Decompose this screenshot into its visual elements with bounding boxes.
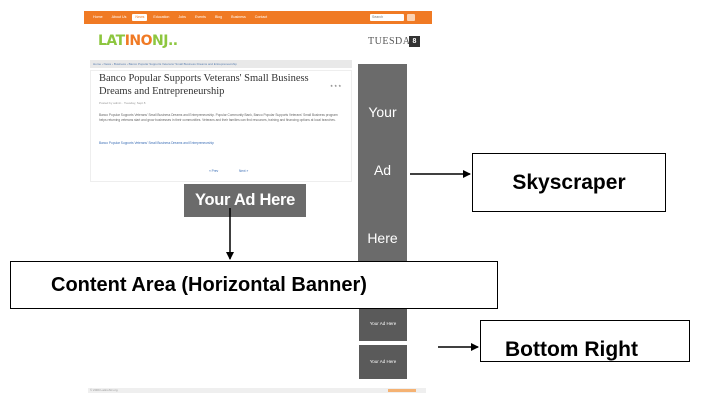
logo-part-3: NJ.. (152, 33, 178, 49)
nav-item-education[interactable]: Education (150, 14, 172, 21)
logo-part-2: INO (124, 33, 153, 49)
content-area-callout: Content Area (Horizontal Banner) (10, 261, 498, 309)
nav-item-contact[interactable]: Contact (252, 14, 270, 21)
bottom-right-callout: Bottom Right (480, 320, 690, 362)
day-number: 8 (409, 36, 420, 47)
bottom-right-ad[interactable]: Your Ad Here (359, 345, 407, 379)
article-meta: Posted by admin · Tuesday, Sept 8 (99, 101, 146, 105)
nav-links: Home About Us News Education Jobs Events Blog B… (90, 11, 270, 24)
logo-part-1: LAT (98, 33, 125, 49)
nav-item-home[interactable]: Home (90, 14, 106, 21)
nav-item-jobs[interactable]: Jobs (175, 14, 189, 21)
skyscraper-word: Here (367, 230, 398, 246)
skyscraper-callout: Skyscraper (472, 153, 666, 212)
top-navigation-bar: Home About Us News Education Jobs Events Blog B… (84, 11, 432, 24)
nav-item-about-us[interactable]: About Us (109, 14, 130, 21)
content-area: Banco Popular Supports Veterans' Small B… (90, 70, 352, 182)
bottom-right-ad[interactable]: Your Ad Here (359, 307, 407, 341)
next-link[interactable]: Next » (239, 169, 248, 173)
article-title: Banco Popular Supports Veterans' Small B… (99, 73, 309, 97)
skyscraper-word: Your (368, 104, 397, 120)
nav-item-blog[interactable]: Blog (212, 14, 225, 21)
breadcrumb[interactable]: Home › News › Business › Banco Popular S… (90, 60, 352, 68)
footer-text: © 2009 LatinoNJ.org (90, 388, 118, 392)
article-rating[interactable]: ★ ★ ★ (330, 84, 341, 88)
search-input[interactable]: Search (370, 14, 404, 21)
nav-item-news[interactable]: News (132, 14, 148, 21)
prev-link[interactable]: « Prev (209, 169, 218, 173)
skyscraper-word: Ad (373, 162, 392, 178)
nav-item-events[interactable]: Events (192, 14, 209, 21)
horizontal-banner-ad[interactable]: Your Ad Here (184, 184, 306, 217)
search-button[interactable] (407, 14, 415, 21)
article-body: Banco Popular Supports Veterans' Small B… (99, 113, 338, 122)
nav-item-business[interactable]: Business (228, 14, 249, 21)
website-screenshot: Home About Us News Education Jobs Events Blog B… (84, 0, 432, 398)
footer (88, 388, 426, 393)
article-link[interactable]: Banco Popular Supports Veterans' Small B… (99, 141, 214, 145)
footer-logo (388, 389, 416, 392)
site-logo[interactable]: LATINONJ.. (98, 33, 178, 49)
